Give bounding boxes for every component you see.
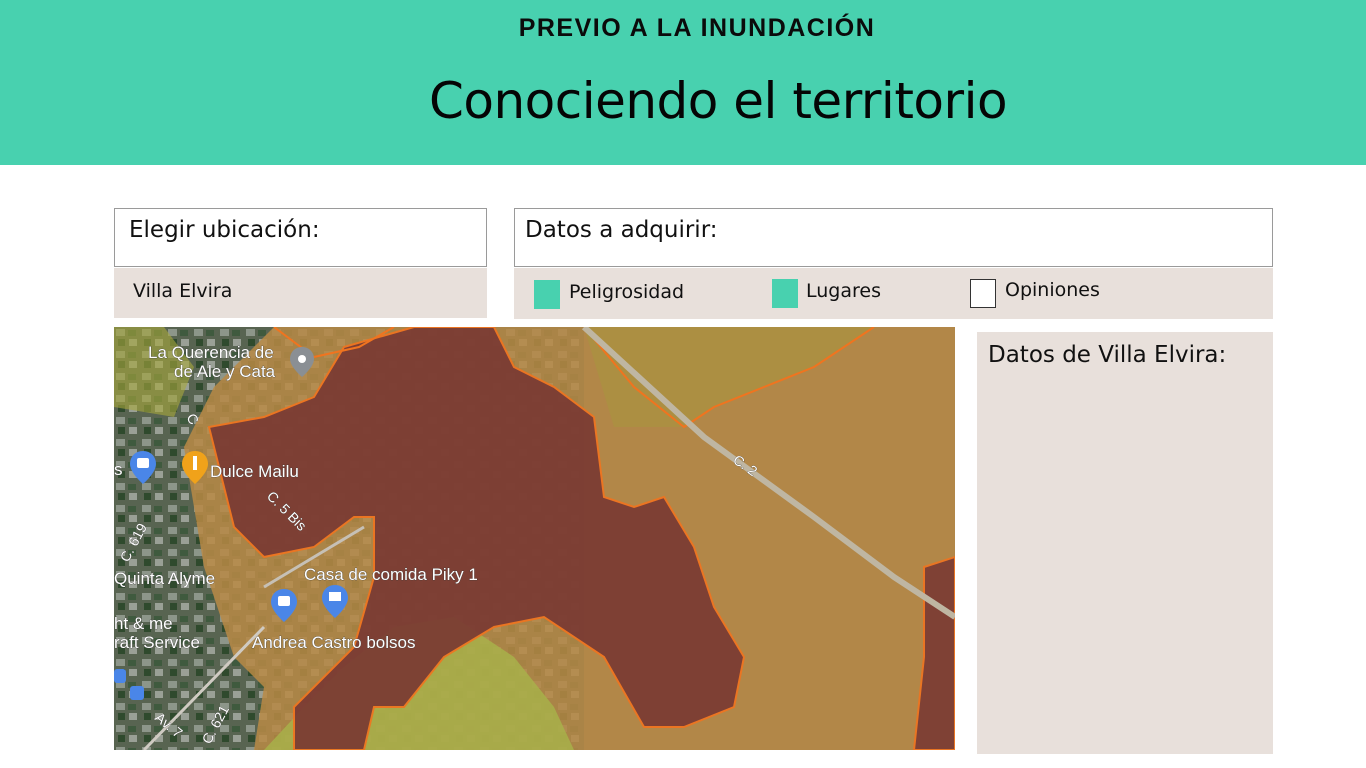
place-label: ht & me xyxy=(114,614,173,633)
place-label: raft Service xyxy=(114,633,200,652)
place-label: de Ale y Cata xyxy=(174,362,276,381)
data-label-box: Datos a adquirir: xyxy=(514,208,1273,267)
hazard-map[interactable]: La Querencia de de Ale y Cata Dulce Mail… xyxy=(114,327,955,750)
details-panel: Datos de Villa Elvira: xyxy=(977,332,1273,754)
location-label: Elegir ubicación: xyxy=(129,217,320,243)
place-label: Dulce Mailu xyxy=(210,462,299,481)
location-select[interactable]: Villa Elvira xyxy=(114,268,487,318)
place-label: Quinta Alyme xyxy=(114,569,215,588)
peligrosidad-label: Peligrosidad xyxy=(569,281,685,303)
place-label: La Querencia de xyxy=(148,343,274,362)
page-title: Conociendo el territorio xyxy=(428,72,1008,130)
map-canvas[interactable]: La Querencia de de Ale y Cata Dulce Mail… xyxy=(114,327,955,750)
section-kicker: PREVIO A LA INUNDACIÓN xyxy=(518,14,876,42)
place-label: s xyxy=(114,460,123,479)
data-label: Datos a adquirir: xyxy=(525,217,718,243)
data-options-panel: Peligrosidad Lugares Opiniones xyxy=(514,268,1273,319)
location-label-box: Elegir ubicación: xyxy=(114,208,487,267)
header-banner: PREVIO A LA INUNDACIÓN Conociendo el ter… xyxy=(0,0,1366,165)
peligrosidad-checkbox[interactable] xyxy=(534,280,560,309)
opiniones-checkbox[interactable] xyxy=(970,279,996,308)
location-value: Villa Elvira xyxy=(133,280,233,302)
lugares-checkbox[interactable] xyxy=(772,279,798,308)
place-label: Casa de comida Piky 1 xyxy=(304,565,478,584)
details-title: Datos de Villa Elvira: xyxy=(988,342,1227,368)
lugares-label: Lugares xyxy=(806,280,881,302)
place-label: Andrea Castro bolsos xyxy=(252,633,415,652)
opiniones-label: Opiniones xyxy=(1005,279,1100,301)
